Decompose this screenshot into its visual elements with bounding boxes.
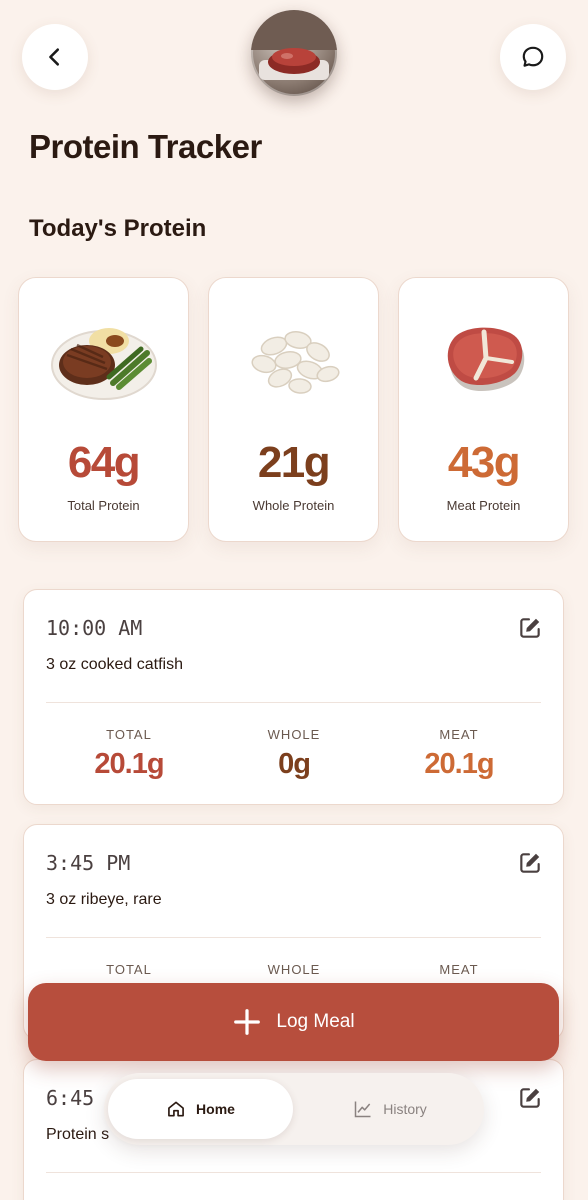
t-bone-steak-icon: [399, 308, 568, 408]
meal-whole: WHOLE 0g: [214, 727, 374, 781]
log-meal-button[interactable]: Log Meal: [28, 983, 559, 1061]
whole-label: WHOLE: [267, 727, 321, 742]
meal-time: 10:00 AM: [46, 616, 143, 640]
divider: [46, 937, 541, 938]
meal-whole: WHOLE: [214, 962, 374, 977]
meat-protein-label: Meat Protein: [446, 498, 521, 513]
meal-description: Protein s: [46, 1126, 110, 1143]
total-protein-value: 64g: [67, 438, 141, 487]
meat-protein-card[interactable]: 43g Meat Protein: [398, 277, 569, 542]
meat-label: MEAT: [439, 727, 479, 742]
chat-button[interactable]: [500, 24, 566, 90]
nav-history[interactable]: History: [300, 1079, 480, 1139]
meal-meat: MEAT: [379, 962, 539, 977]
total-value: 20.1g: [94, 748, 164, 780]
total-protein-label: Total Protein: [67, 498, 140, 513]
nav-home[interactable]: Home: [108, 1079, 293, 1139]
chevron-left-icon: [49, 48, 60, 66]
divider: [46, 1172, 541, 1173]
meal-description: 3 oz ribeye, rare: [46, 891, 162, 908]
chart-line-icon: [354, 1101, 371, 1118]
whole-protein-value: 21g: [257, 438, 331, 487]
section-title: Today's Protein: [29, 215, 207, 242]
bottom-nav: Home History: [104, 1073, 484, 1145]
white-beans-icon: [209, 308, 378, 408]
meat-value: 20.1g: [424, 748, 494, 780]
steak-plate-icon: [19, 308, 188, 408]
meal-meat: MEAT 20.1g: [379, 727, 539, 781]
whole-protein-card[interactable]: 21g Whole Protein: [208, 277, 379, 542]
avatar[interactable]: [251, 10, 337, 96]
edit-icon[interactable]: [517, 850, 543, 876]
protein-summary: 64g Total Protein 21g Whole Protein 43g …: [18, 277, 570, 542]
total-label: TOTAL: [106, 962, 152, 977]
meal-time: 6:45: [46, 1086, 95, 1110]
plus-icon: [234, 1009, 261, 1035]
meal-description: 3 oz cooked catfish: [46, 656, 183, 673]
back-button[interactable]: [22, 24, 88, 90]
edit-icon[interactable]: [517, 1085, 543, 1111]
total-protein-card[interactable]: 64g Total Protein: [18, 277, 189, 542]
meat-label: MEAT: [439, 962, 479, 977]
nav-home-label: Home: [196, 1101, 235, 1117]
meat-protein-value: 43g: [447, 438, 521, 487]
whole-protein-label: Whole Protein: [252, 498, 335, 513]
whole-value: 0g: [278, 748, 311, 780]
meal-card[interactable]: 10:00 AM 3 oz cooked catfish TOTAL 20.1g…: [23, 589, 564, 805]
log-meal-label: Log Meal: [276, 1011, 355, 1032]
home-icon: [168, 1101, 184, 1117]
meal-total: TOTAL: [49, 962, 209, 977]
meal-total: TOTAL 20.1g: [49, 727, 209, 781]
steak-photo-icon: [251, 10, 337, 80]
chat-bubble-icon: [522, 46, 544, 67]
whole-label: WHOLE: [267, 962, 321, 977]
page-title: Protein Tracker: [29, 128, 262, 165]
edit-icon[interactable]: [517, 615, 543, 641]
total-label: TOTAL: [106, 727, 152, 742]
meal-time: 3:45 PM: [46, 851, 131, 875]
nav-history-label: History: [383, 1101, 427, 1117]
protein-tracker-screen: Protein Tracker Today's Protein 64g Tota…: [0, 0, 588, 1200]
divider: [46, 702, 541, 703]
